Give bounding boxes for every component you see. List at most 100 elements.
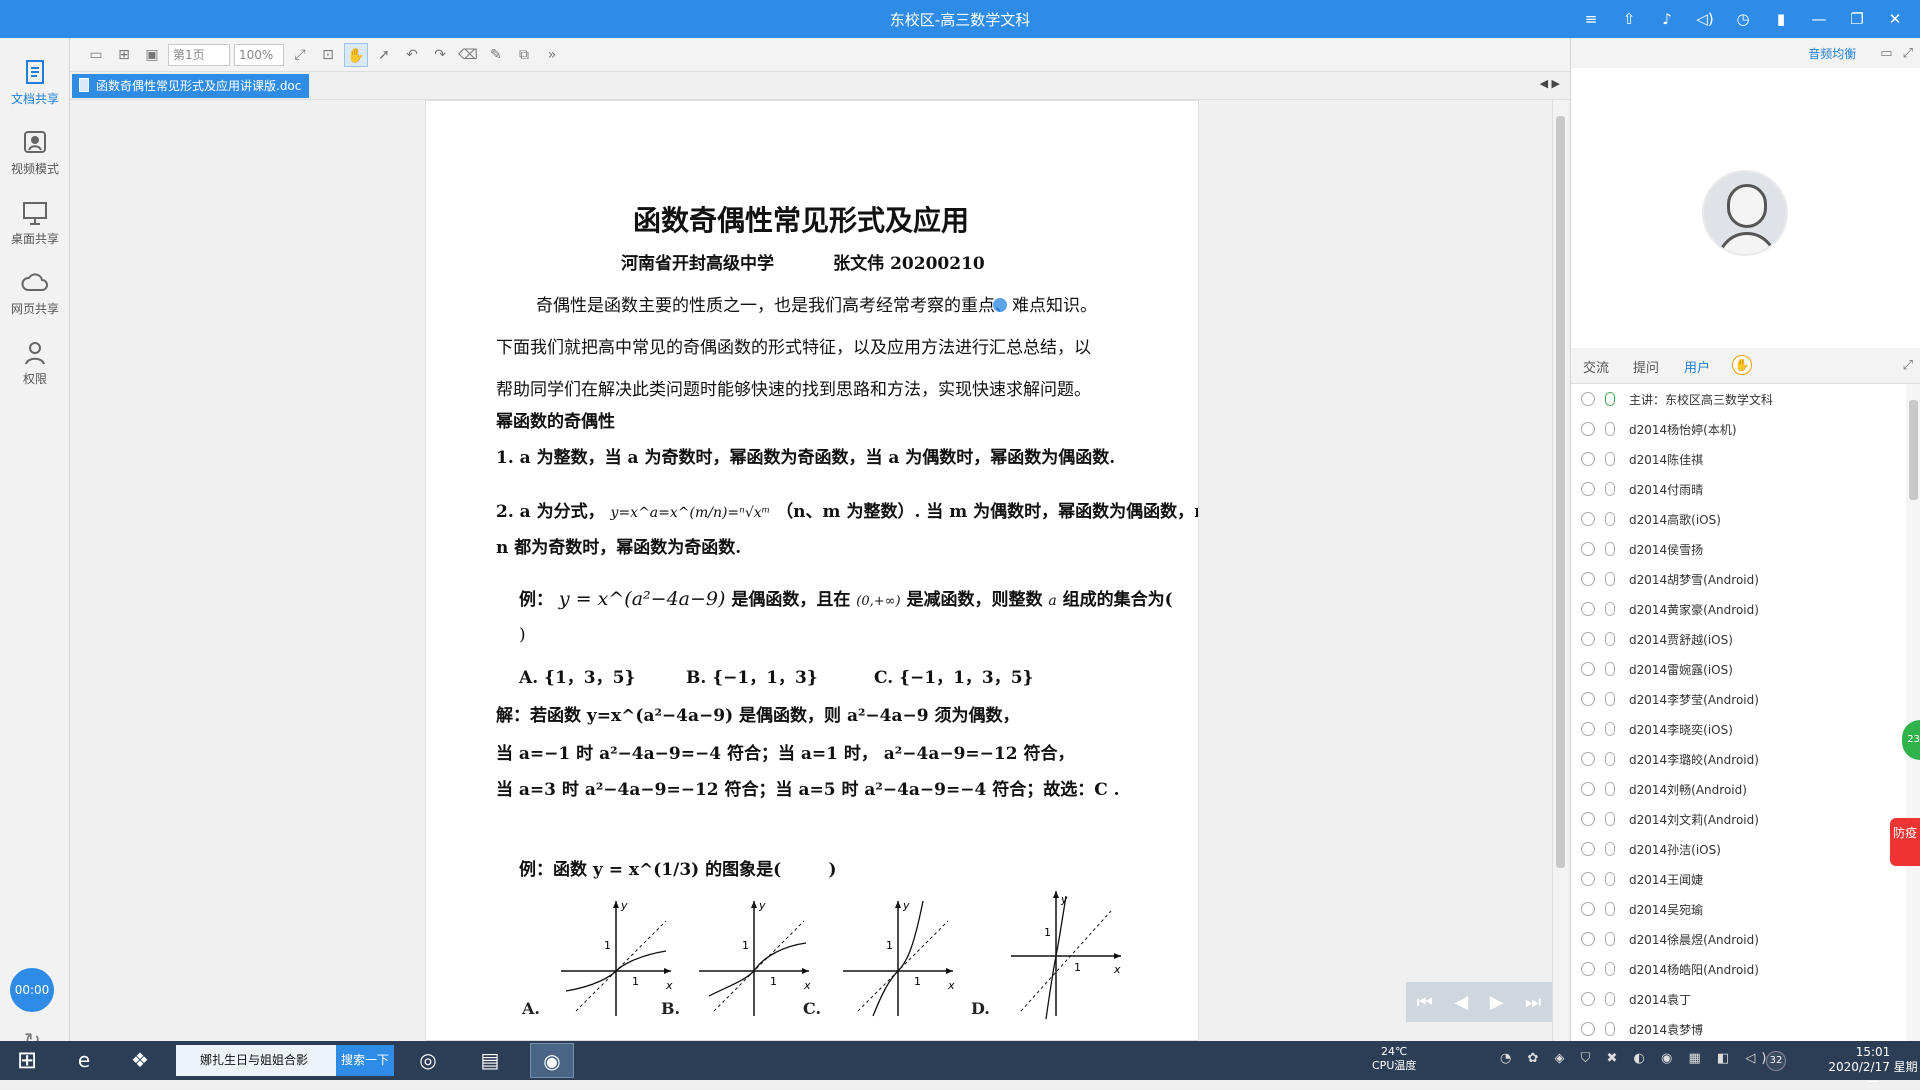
panel-expand-icon[interactable]: ⤢	[1903, 358, 1913, 373]
list-item[interactable]: d2014雷婉露(iOS)	[1571, 654, 1906, 684]
microphone-icon[interactable]	[1605, 692, 1615, 706]
more-icon[interactable]: »	[540, 43, 564, 67]
last-page-icon[interactable]: ⏭	[1525, 992, 1541, 1013]
app-icon[interactable]: ❖	[118, 1043, 162, 1078]
list-item[interactable]: d2014杨皓阳(Android)	[1571, 954, 1906, 984]
microphone-icon[interactable]	[1605, 752, 1615, 766]
doc-tab[interactable]: 函数奇偶性常见形式及应用讲课版.doc	[72, 74, 310, 98]
eraser-icon[interactable]: ⌫	[456, 43, 480, 67]
list-item[interactable]: d2014孙洁(iOS)	[1571, 834, 1906, 864]
tab-chat[interactable]: 交流	[1583, 357, 1609, 376]
start-button[interactable]: ⊞	[4, 1041, 50, 1080]
tab-nav-arrows-icon[interactable]: ◀ ▶	[1540, 77, 1560, 90]
list-item[interactable]: d2014付雨晴	[1571, 474, 1906, 504]
clock[interactable]: 15:01 2020/2/17 星期一	[1826, 1045, 1920, 1090]
microphone-icon[interactable]	[1605, 902, 1615, 916]
first-page-icon[interactable]: ⏮	[1417, 992, 1433, 1013]
system-tray-icons[interactable]: ◔ ✿ ◈ ⛉ ✖ ◐ ◉ ▦ ◧ ◁)	[1500, 1051, 1772, 1066]
microphone-icon[interactable]	[1605, 962, 1615, 976]
sidebar-item-web-share[interactable]: 网页共享	[0, 262, 70, 324]
tray-badge[interactable]: 32	[1766, 1051, 1786, 1071]
user-scroll-thumb[interactable]	[1909, 400, 1918, 500]
sidebar-item-doc-share[interactable]: 文档共享	[0, 52, 70, 114]
microphone-icon[interactable]	[1605, 482, 1615, 496]
clock-icon[interactable]: ◷	[1724, 10, 1762, 28]
list-item[interactable]: d2014胡梦雪(Android)	[1571, 564, 1906, 594]
sidebar-item-video-mode[interactable]: 视频模式	[0, 122, 70, 184]
microphone-icon[interactable]	[1605, 572, 1615, 586]
list-item[interactable]: 主讲：东校区高三数学文科	[1571, 384, 1906, 414]
browser-icon[interactable]: ◎	[406, 1043, 450, 1078]
signal-icon[interactable]: ▮	[1762, 10, 1800, 28]
fit-icon[interactable]: ⤢	[288, 43, 312, 67]
microphone-icon[interactable]	[1605, 992, 1615, 1006]
sidebar-item-desktop-share[interactable]: 桌面共享	[0, 192, 70, 254]
microphone-icon[interactable]	[1605, 872, 1615, 886]
microphone-icon[interactable]	[1605, 632, 1615, 646]
list-item[interactable]: d2014杨怡婷(本机)	[1571, 414, 1906, 444]
audio-balance-button[interactable]: 音频均衡	[1808, 45, 1856, 62]
undo-icon[interactable]: ↶	[400, 43, 424, 67]
minimize-button[interactable]: —	[1800, 10, 1838, 28]
classroom-app-icon[interactable]: ◉	[530, 1043, 574, 1078]
microphone-icon[interactable]	[1605, 722, 1615, 736]
list-item[interactable]: d2014贾舒越(iOS)	[1571, 624, 1906, 654]
page-select[interactable]: 第1页	[168, 43, 230, 66]
list-item[interactable]: d2014王闻婕	[1571, 864, 1906, 894]
export-icon[interactable]: ⧉	[512, 43, 536, 67]
list-item[interactable]: d2014刘畅(Android)	[1571, 774, 1906, 804]
microphone-icon[interactable]	[1605, 812, 1615, 826]
menu-icon[interactable]: ≡	[1572, 10, 1610, 28]
microphone-icon[interactable]	[1605, 662, 1615, 676]
folder-icon[interactable]: ▭	[84, 43, 108, 67]
list-item[interactable]: d2014黄家豪(Android)	[1571, 594, 1906, 624]
doc-scrollbar[interactable]	[1552, 100, 1568, 1041]
hand-tool-icon[interactable]: ✋	[344, 42, 368, 67]
save-icon[interactable]: ▣	[140, 43, 164, 67]
list-item[interactable]: d2014侯雪扬	[1571, 534, 1906, 564]
microphone-icon[interactable]	[1605, 1022, 1615, 1036]
pen-icon[interactable]: ✎	[484, 43, 508, 67]
folder-icon[interactable]: ▤	[468, 1043, 512, 1078]
raise-hand-icon[interactable]: ✋	[1732, 355, 1752, 375]
ie-task-button[interactable]: 娜扎生日与姐姐合影	[176, 1045, 336, 1076]
share-icon[interactable]: ⇧	[1610, 10, 1648, 28]
microphone-icon[interactable]	[1605, 602, 1615, 616]
screen-icon[interactable]: ▭	[1880, 46, 1892, 61]
list-item[interactable]: d2014高歌(iOS)	[1571, 504, 1906, 534]
microphone-icon[interactable]	[1605, 512, 1615, 526]
fit-page-icon[interactable]: ⊡	[316, 43, 340, 67]
microphone-icon[interactable]: ♪	[1648, 10, 1686, 28]
speaker-icon[interactable]: ◁)	[1686, 10, 1724, 28]
list-item[interactable]: d2014李梦莹(Android)	[1571, 684, 1906, 714]
expand-icon[interactable]: ⤢	[1903, 46, 1913, 61]
prev-page-icon[interactable]: ◀	[1454, 992, 1468, 1013]
list-item[interactable]: d2014李晓奕(iOS)	[1571, 714, 1906, 744]
microphone-icon[interactable]	[1605, 842, 1615, 856]
microphone-icon[interactable]	[1605, 932, 1615, 946]
new-doc-icon[interactable]: ⊞	[112, 43, 136, 67]
list-item[interactable]: d2014刘文莉(Android)	[1571, 804, 1906, 834]
user-list-scrollbar[interactable]	[1906, 384, 1920, 1041]
list-item[interactable]: d2014袁丁	[1571, 984, 1906, 1014]
epidemic-badge[interactable]: 防疫	[1890, 818, 1920, 866]
microphone-icon[interactable]	[1605, 452, 1615, 466]
restore-button[interactable]: ❐	[1838, 10, 1876, 28]
timer-button[interactable]: 00:00	[10, 968, 54, 1012]
next-page-icon[interactable]: ▶	[1490, 992, 1504, 1013]
search-button[interactable]: 搜索一下	[336, 1045, 394, 1076]
microphone-icon[interactable]	[1605, 422, 1615, 436]
list-item[interactable]: d2014徐晨煜(Android)	[1571, 924, 1906, 954]
microphone-icon[interactable]	[1605, 782, 1615, 796]
close-button[interactable]: ✕	[1876, 10, 1914, 28]
sidebar-item-permission[interactable]: 权限	[0, 332, 70, 394]
redo-icon[interactable]: ↷	[428, 43, 452, 67]
zoom-select[interactable]: 100%	[234, 43, 284, 66]
microphone-icon[interactable]	[1605, 392, 1615, 406]
list-item[interactable]: d2014袁梦博	[1571, 1014, 1906, 1041]
pointer-icon[interactable]: ➚	[372, 43, 396, 67]
list-item[interactable]: d2014陈佳祺	[1571, 444, 1906, 474]
doc-scroll-thumb[interactable]	[1556, 116, 1565, 868]
list-item[interactable]: d2014吴宛瑜	[1571, 894, 1906, 924]
ie-icon[interactable]: e	[62, 1043, 106, 1078]
